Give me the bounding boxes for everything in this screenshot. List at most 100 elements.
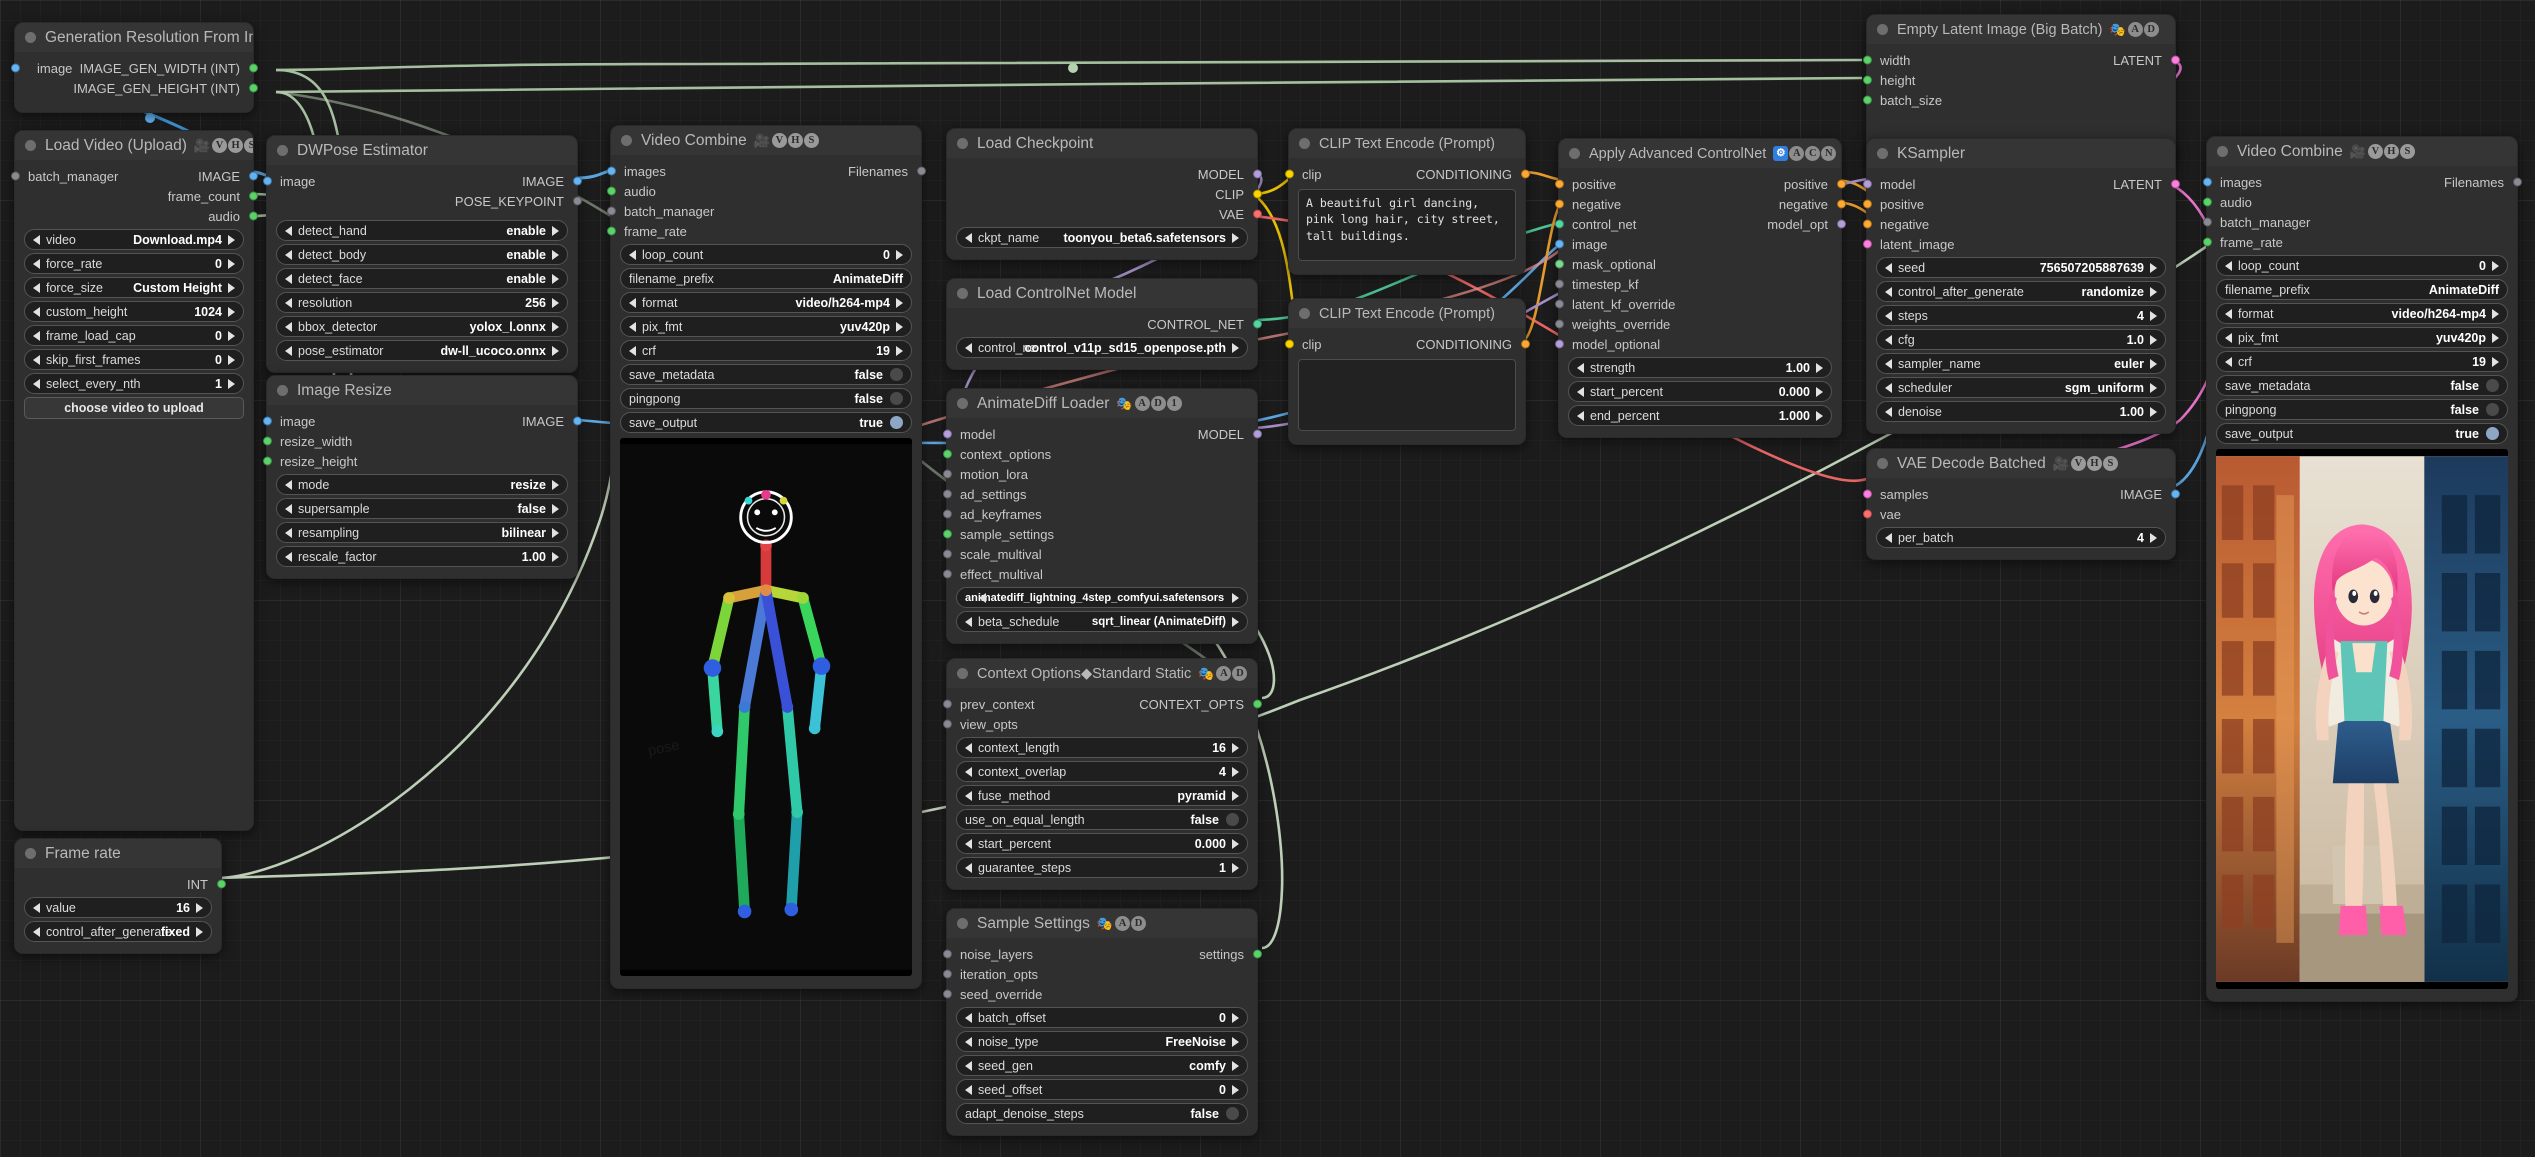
input-slot[interactable]: clip CONDITIONING <box>1284 334 1530 354</box>
port-dot-batch-size[interactable] <box>1862 95 1872 105</box>
node-title[interactable]: KSampler <box>1867 139 2175 168</box>
widget-seed[interactable]: seed 756507205887639 <box>1876 257 2166 278</box>
toggle-icon[interactable] <box>890 416 903 429</box>
port-dot-motion-lora[interactable] <box>942 469 952 479</box>
increment-icon[interactable] <box>228 330 235 341</box>
widget-format[interactable]: format video/h264-mp4 <box>2216 303 2508 324</box>
widget-seed-gen[interactable]: seed_gen comfy <box>956 1055 1248 1076</box>
increment-icon[interactable] <box>1232 766 1239 777</box>
widget-denoise[interactable]: denoise 1.00 <box>1876 401 2166 422</box>
increment-icon[interactable] <box>196 926 203 937</box>
prompt-textarea[interactable] <box>1298 359 1516 431</box>
port-dot-image-gen-width[interactable] <box>248 63 258 73</box>
increment-icon[interactable] <box>1232 838 1239 849</box>
increment-icon[interactable] <box>552 321 559 332</box>
port-dot-prev-context[interactable] <box>942 699 952 709</box>
increment-icon[interactable] <box>1816 386 1823 397</box>
port-dot-audio[interactable] <box>248 211 258 221</box>
input-slot[interactable]: timestep_kf <box>1554 274 1841 294</box>
decrement-icon[interactable] <box>965 1060 972 1071</box>
port-dot-images[interactable] <box>606 166 616 176</box>
port-dot-image-out[interactable] <box>572 176 582 186</box>
port-dot-context-options[interactable] <box>942 449 952 459</box>
increment-icon[interactable] <box>228 234 235 245</box>
collapse-dot[interactable] <box>25 848 36 859</box>
node-title[interactable]: Sample Settings 🎭 A D <box>947 909 1257 938</box>
decrement-icon[interactable] <box>965 1012 972 1023</box>
port-dot-timestep-kf[interactable] <box>1554 279 1564 289</box>
increment-icon[interactable] <box>896 345 903 356</box>
decrement-icon[interactable] <box>285 273 292 284</box>
input-slot[interactable]: batch_size <box>1862 90 2175 110</box>
widget-custom-height[interactable]: custom_height 1024 <box>24 301 244 322</box>
widget-loop-count[interactable]: loop_count 0 <box>620 244 912 265</box>
port-dot-height[interactable] <box>1862 75 1872 85</box>
increment-icon[interactable] <box>2150 382 2157 393</box>
decrement-icon[interactable] <box>285 297 292 308</box>
input-slot[interactable]: model LATENT <box>1862 174 2180 194</box>
increment-icon[interactable] <box>2492 356 2499 367</box>
port-dot-audio[interactable] <box>2202 197 2212 207</box>
increment-icon[interactable] <box>552 225 559 236</box>
input-slot[interactable]: image <box>1554 234 1841 254</box>
decrement-icon[interactable] <box>33 234 40 245</box>
decrement-icon[interactable] <box>285 321 292 332</box>
input-slot[interactable]: context_options <box>942 444 1257 464</box>
decrement-icon[interactable] <box>965 1084 972 1095</box>
increment-icon[interactable] <box>2150 310 2157 321</box>
widget-seed-offset[interactable]: seed_offset 0 <box>956 1079 1248 1100</box>
decrement-icon[interactable] <box>629 249 636 260</box>
toggle-icon[interactable] <box>1226 1107 1239 1120</box>
port-dot-negative-out[interactable] <box>1836 199 1846 209</box>
input-slot[interactable]: frame_rate <box>606 221 921 241</box>
port-dot-clip[interactable] <box>1284 339 1294 349</box>
decrement-icon[interactable] <box>285 225 292 236</box>
port-dot-positive[interactable] <box>1862 199 1872 209</box>
node-title[interactable]: VAE Decode Batched 🎥 V H S <box>1867 449 2175 478</box>
widget-noise-type[interactable]: noise_type FreeNoise <box>956 1031 1248 1052</box>
widget-guarantee-steps[interactable]: guarantee_steps 1 <box>956 857 1248 878</box>
decrement-icon[interactable] <box>285 249 292 260</box>
input-slot[interactable]: samples IMAGE <box>1862 484 2180 504</box>
increment-icon[interactable] <box>2492 332 2499 343</box>
decrement-icon[interactable] <box>33 354 40 365</box>
widget-crf[interactable]: crf 19 <box>2216 351 2508 372</box>
decrement-icon[interactable] <box>1885 334 1892 345</box>
port-dot-model[interactable] <box>1862 179 1872 189</box>
node-title[interactable]: Context Options◆Standard Static 🎭 A D <box>947 659 1257 688</box>
increment-icon[interactable] <box>2492 308 2499 319</box>
widget-start-percent[interactable]: start_percent 0.000 <box>956 833 1248 854</box>
port-dot-model-opt[interactable] <box>1836 219 1846 229</box>
increment-icon[interactable] <box>1816 410 1823 421</box>
input-slot[interactable]: resize_height <box>262 451 577 471</box>
port-dot-mask-optional[interactable] <box>1554 259 1564 269</box>
toggle-icon[interactable] <box>2486 379 2499 392</box>
increment-icon[interactable] <box>896 249 903 260</box>
increment-icon[interactable] <box>1232 342 1239 353</box>
widget-end-percent[interactable]: end_percent 1.000 <box>1568 405 1832 426</box>
widget-loop-count[interactable]: loop_count 0 <box>2216 255 2508 276</box>
toggle-icon[interactable] <box>1226 813 1239 826</box>
port-dot-control-net[interactable] <box>1252 319 1262 329</box>
decrement-icon[interactable] <box>2225 308 2232 319</box>
port-dot-settings[interactable] <box>1252 949 1262 959</box>
widget-adapt-denoise-steps[interactable]: adapt_denoise_steps false <box>956 1103 1248 1124</box>
node-load-checkpoint[interactable]: Load Checkpoint MODEL CLIP VAE ckpt_name… <box>946 128 1262 260</box>
decrement-icon[interactable] <box>33 378 40 389</box>
widget-pix-fmt[interactable]: pix_fmt yuv420p <box>620 316 912 337</box>
decrement-icon[interactable] <box>2225 260 2232 271</box>
input-slot[interactable]: frame_rate <box>2202 232 2517 252</box>
node-context-options-standard-static[interactable]: Context Options◆Standard Static 🎭 A D pr… <box>942 658 1262 890</box>
increment-icon[interactable] <box>2492 260 2499 271</box>
increment-icon[interactable] <box>1232 616 1239 627</box>
increment-icon[interactable] <box>228 378 235 389</box>
decrement-icon[interactable] <box>285 345 292 356</box>
increment-icon[interactable] <box>896 297 903 308</box>
collapse-dot[interactable] <box>277 385 288 396</box>
widget-detect-face[interactable]: detect_face enable <box>276 268 568 289</box>
collapse-dot[interactable] <box>1299 308 1310 319</box>
port-dot-batch-manager[interactable] <box>606 206 616 216</box>
port-dot-vae[interactable] <box>1862 509 1872 519</box>
port-dot-conditioning[interactable] <box>1520 339 1530 349</box>
output-slot[interactable]: audio <box>15 206 258 226</box>
